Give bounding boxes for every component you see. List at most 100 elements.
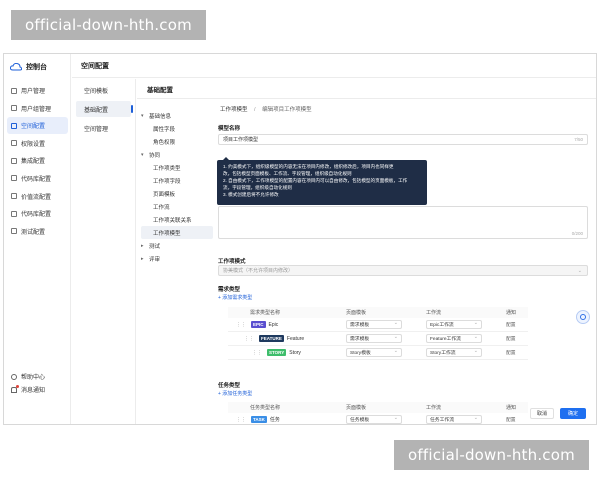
sidebar-item-label: 用户管理 [21,89,46,95]
sidebar-item-label: 测试配置 [21,229,46,236]
sidebar-item-2[interactable]: 空间配置 [7,117,68,135]
workflow-select[interactable]: Epic工作流 [426,320,482,329]
menu-item-icon [11,228,17,235]
workflow-select[interactable]: Feature工作流 [426,334,482,343]
tree-group-label: 测试 [149,243,161,250]
caret-icon: ▸ [141,255,144,262]
mode-select[interactable]: 协美模式（不允许项目内修改） ⌄ [218,265,588,276]
sidebar: 控制台 用户管理 用户组管理 空间配置 权限设置 集成配置 代码库配置 价值流配置 代码库配置… [4,54,71,424]
tooltip-line: 1. 约美模式下，组织级模型的内容无法在项目内修改，组织修改后，项目内也同样更 [223,164,394,169]
help-center-link[interactable]: 帮助中心 [11,370,45,383]
tree-item[interactable]: 工作流 [141,200,213,213]
type-name: Story [289,349,301,356]
notify-config-link[interactable]: 配置 [506,323,516,328]
sidebar-item-7[interactable]: 代码库配置 [7,205,68,222]
sidebar-item-label: 用户组管理 [21,106,52,113]
tree-item[interactable]: 工作项关联关系 [141,213,213,226]
template-select[interactable]: 需求模板 [346,320,402,329]
tree-group-3[interactable]: ▸ 评审 [141,252,213,265]
workflow-select[interactable]: 任务工作流 [426,415,482,424]
sidebar-item-label: 代码库配置 [21,176,52,183]
task-type-label: 任务类型 [218,383,241,389]
sidebar-item-6[interactable]: 价值流配置 [7,188,68,205]
type-name-cell: ⋮⋮ TASK 任务 [228,416,346,423]
type-name: 任务 [269,417,280,423]
secondary-menu-item-1[interactable]: 基础配置 [76,101,133,117]
tree-group-1[interactable]: ▾ 协同 [141,148,213,161]
tree-item[interactable]: 工作项类型 [141,161,213,174]
template-cell: 任务模板 [346,415,426,424]
sidebar-item-5[interactable]: 代码库配置 [7,170,68,187]
template-select[interactable]: 需求模板 [346,334,402,343]
drag-handle-icon[interactable]: ⋮⋮ [236,322,246,328]
mode-tooltip: 1. 约美模式下，组织级模型的内容无法在项目内修改，组织修改后，项目内也同样更改… [217,157,427,205]
tree-group-label: 协同 [149,152,161,159]
sidebar-item-0[interactable]: 用户管理 [7,82,68,99]
breadcrumb: 工作项模型 / 编辑项目工作项模型 [220,105,312,113]
sidebar-item-1[interactable]: 用户组管理 [7,100,68,117]
drag-handle-icon[interactable]: ⋮⋮ [236,417,246,423]
tree-group-0[interactable]: ▾ 基础信息 [141,109,213,122]
model-name-input[interactable]: 项目工作项模型 7/50 [218,134,588,145]
menu-item-icon [11,140,17,147]
workflow-cell: Story工作流 [426,348,506,357]
notify-config-link[interactable]: 配置 [506,337,516,342]
tree-item[interactable]: 工作项字段 [141,174,213,187]
notification-link[interactable]: 消息通知 [11,383,45,396]
column-header: 通知 [506,310,517,316]
tree-item[interactable]: 工作项模型 [141,226,213,239]
sidebar-item-4[interactable]: 集成配置 [7,152,68,169]
column-header: 任务类型名称 [250,405,281,411]
watermark-bottom: official-down-hth.com [394,440,589,470]
sidebar-item-8[interactable]: 测试配置 [7,223,68,240]
mode-label: 工作项模式 [218,259,246,265]
confirm-button[interactable]: 确定 [560,408,586,419]
drag-handle-icon[interactable]: ⋮⋮ [244,336,254,342]
column-header: 工作流 [426,310,442,316]
notify-config-link[interactable]: 配置 [506,418,516,423]
table-row: ⋮⋮ FEATUREFeature 需求模板 Feature工作流 配置 [228,332,528,346]
breadcrumb-root[interactable]: 工作项模型 [220,107,248,113]
tree-item[interactable]: 页面模板 [141,187,213,200]
template-select[interactable]: Story模板 [346,348,402,357]
sidebar-item-3[interactable]: 权限设置 [7,135,68,152]
notify-config-link[interactable]: 配置 [506,351,516,356]
column-header: 工作流 [426,405,442,411]
description-textarea[interactable]: 0/200 [218,206,588,239]
table-header: 任务类型名称 页面模板 工作流 通知 [228,402,528,413]
caret-icon: ▾ [141,151,144,158]
secondary-menu-item-2[interactable]: 空间管理 [76,120,131,136]
help-label: 帮助中心 [21,375,46,381]
add-task-type-link[interactable]: + 添加任务类型 [218,390,252,397]
type-name-cell: ⋮⋮ STORY Story [228,349,346,356]
workflow-cell: 任务工作流 [426,415,506,424]
type-tag: TASK [251,416,267,423]
caret-icon: ▾ [141,112,144,119]
tree-item[interactable]: 属性字段 [141,122,213,135]
workflow-select[interactable]: Story工作流 [426,348,482,357]
tree-group-2[interactable]: ▸ 测试 [141,239,213,252]
type-name: Epic [268,321,279,328]
table-header: 需求类型名称 页面模板 工作流 通知 [228,307,528,318]
type-tag: EPIC [251,321,266,328]
breadcrumb-current: 编辑项目工作项模型 [262,107,312,113]
model-name-label: 模型名称 [218,126,241,132]
section-title: 基础配置 [147,86,173,94]
tooltip-line: 改，包括模型页面模板、工作流、字段管理，组织级自动化规则 [223,171,352,176]
brand[interactable]: 控制台 [10,62,47,72]
drag-handle-icon[interactable]: ⋮⋮ [252,350,262,356]
cancel-button[interactable]: 取消 [530,408,554,419]
menu-item-icon [11,193,17,200]
workflow-cell: Feature工作流 [426,334,506,343]
assistant-float-button[interactable] [576,310,590,324]
workflow-cell: Epic工作流 [426,320,506,329]
secondary-menu-item-0[interactable]: 空间模板 [76,82,131,98]
tree-group-label: 基础信息 [149,113,172,120]
add-req-type-link[interactable]: + 添加需求类型 [218,294,252,301]
page-title: 空间配置 [81,62,109,70]
notify-cell: 配置 [506,335,528,342]
column-header: 通知 [506,405,517,411]
tree-item[interactable]: 角色权限 [141,135,213,148]
template-select[interactable]: 任务模板 [346,415,402,424]
menu-item-icon [11,122,17,129]
